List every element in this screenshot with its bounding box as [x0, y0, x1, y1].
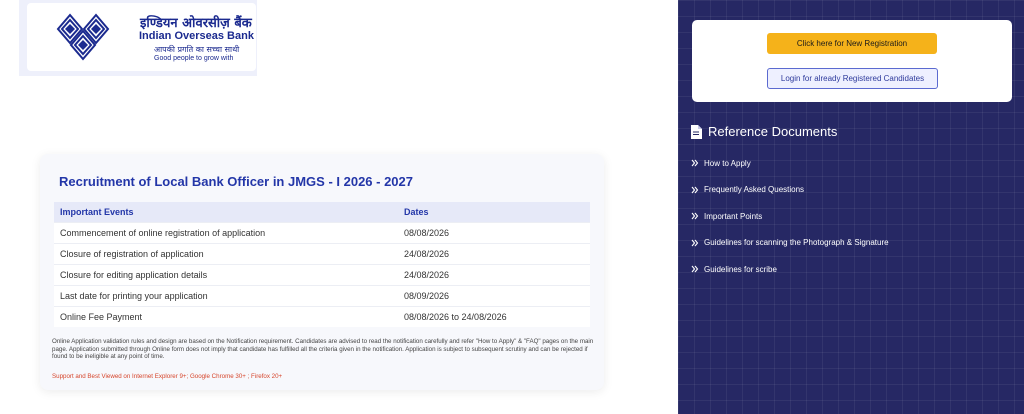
recruitment-card: Recruitment of Local Bank Officer in JMG… [40, 154, 604, 390]
new-registration-button[interactable]: Click here for New Registration [767, 33, 937, 54]
column-header-dates: Dates [398, 202, 590, 222]
bank-emblem-icon [56, 13, 110, 61]
main-area: इण्डियन ओवरसीज़ बैंक Indian Overseas Ban… [0, 0, 678, 414]
reference-link-photo-guidelines[interactable]: Guidelines for scanning the Photograph &… [691, 230, 889, 257]
recruitment-title: Recruitment of Local Bank Officer in JMG… [59, 174, 413, 189]
event-date: 08/09/2026 [398, 284, 590, 306]
double-chevron-right-icon [691, 159, 699, 167]
event-date: 08/08/2026 to 24/08/2026 [398, 305, 590, 327]
document-icon [691, 124, 702, 139]
side-panel: Click here for New Registration Login fo… [678, 0, 1024, 414]
column-header-events: Important Events [54, 202, 398, 222]
event-name: Online Fee Payment [54, 305, 398, 327]
event-name: Closure of registration of application [54, 242, 398, 264]
reference-documents-list: How to Apply Frequently Asked Questions … [691, 150, 889, 283]
table-row: Commencement of online registration of a… [54, 221, 590, 243]
bank-logo[interactable]: इण्डियन ओवरसीज़ बैंक Indian Overseas Ban… [27, 3, 256, 71]
browser-support-note: Support and Best Viewed on Internet Expl… [52, 373, 283, 380]
event-name: Commencement of online registration of a… [54, 221, 398, 243]
bank-name-hindi: इण्डियन ओवरसीज़ बैंक [140, 16, 252, 31]
table-row: Online Fee Payment 08/08/2026 to 24/08/2… [54, 305, 590, 327]
reference-link-scribe-guidelines[interactable]: Guidelines for scribe [691, 256, 889, 283]
table-header-row: Important Events Dates [54, 202, 590, 222]
bank-name: Indian Overseas Bank [139, 30, 254, 42]
double-chevron-right-icon [691, 239, 699, 247]
bank-tagline-hindi: आपकी प्रगति का सच्चा साथी [154, 45, 240, 54]
application-note: Online Application validation rules and … [52, 338, 594, 361]
table-row: Closure of registration of application 2… [54, 242, 590, 264]
reference-documents-header: Reference Documents [690, 124, 837, 139]
reference-link-important-points[interactable]: Important Points [691, 203, 889, 230]
reference-link-label: How to Apply [704, 158, 751, 168]
reference-link-faq[interactable]: Frequently Asked Questions [691, 177, 889, 204]
event-date: 24/08/2026 [398, 242, 590, 264]
double-chevron-right-icon [691, 265, 699, 273]
double-chevron-right-icon [691, 212, 699, 220]
reference-documents-title: Reference Documents [708, 124, 838, 139]
event-date: 08/08/2026 [398, 221, 590, 243]
event-date: 24/08/2026 [398, 263, 590, 285]
reference-link-how-to-apply[interactable]: How to Apply [691, 150, 889, 177]
registration-card: Click here for New Registration Login fo… [692, 20, 1012, 102]
table-row: Closure for editing application details … [54, 263, 590, 285]
table-row: Last date for printing your application … [54, 284, 590, 306]
reference-link-label: Guidelines for scribe [704, 264, 777, 274]
reference-link-label: Frequently Asked Questions [704, 185, 805, 195]
reference-link-label: Important Points [704, 211, 763, 221]
event-name: Closure for editing application details [54, 263, 398, 285]
bank-tagline: Good people to grow with [154, 55, 234, 62]
double-chevron-right-icon [691, 186, 699, 194]
event-name: Last date for printing your application [54, 284, 398, 306]
login-button[interactable]: Login for already Registered Candidates [767, 68, 938, 89]
important-events-table: Important Events Dates Commencement of o… [54, 202, 590, 327]
reference-link-label: Guidelines for scanning the Photograph &… [704, 238, 889, 248]
